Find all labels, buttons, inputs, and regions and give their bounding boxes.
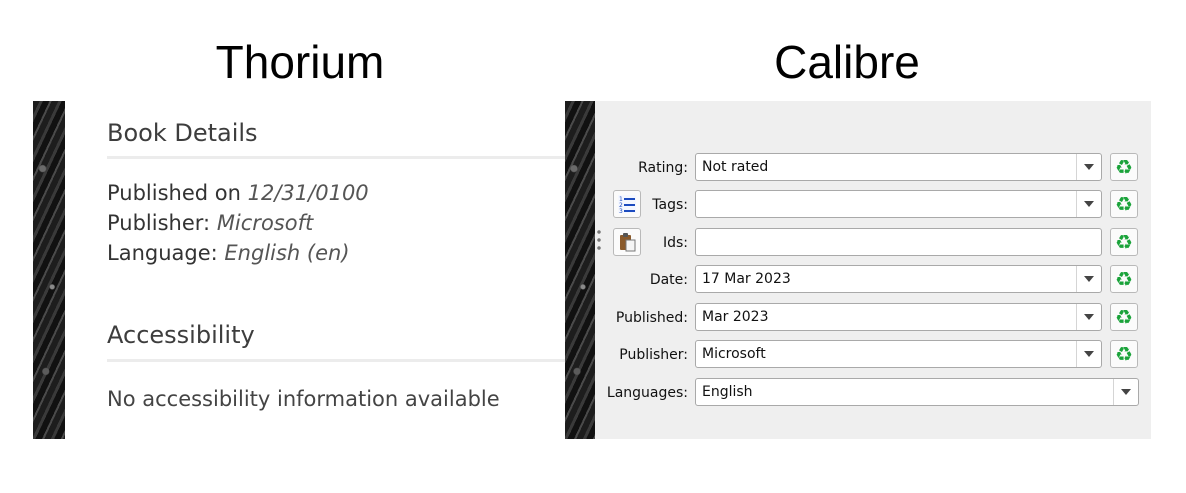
published-line: Published on 12/31/0100: [107, 181, 369, 205]
published-value: Mar 2023: [702, 309, 769, 325]
accessibility-text: No accessibility information available: [107, 387, 500, 411]
recycle-icon[interactable]: ♻: [1110, 153, 1138, 181]
calibre-metadata-panel: Rating: Not rated ♻ 1 2 3 Tags: ♻ Ids: ♻…: [595, 101, 1151, 439]
chevron-down-icon[interactable]: [1076, 341, 1101, 367]
language-label: Language:: [107, 241, 218, 265]
thorium-details-panel: Book Details Published on 12/31/0100 Pub…: [65, 101, 565, 439]
publisher-value: Microsoft: [702, 346, 766, 362]
book-cover-strip: [565, 101, 595, 439]
chevron-down-icon[interactable]: [1113, 379, 1138, 405]
publisher-combobox[interactable]: Microsoft: [695, 340, 1102, 368]
languages-combobox[interactable]: English: [695, 378, 1139, 406]
thorium-heading: Thorium: [215, 36, 385, 88]
rating-combobox[interactable]: Not rated: [695, 153, 1102, 181]
recycle-icon[interactable]: ♻: [1110, 265, 1138, 293]
languages-value: English: [702, 384, 753, 400]
section-divider: [107, 359, 565, 362]
book-details-title: Book Details: [107, 119, 258, 147]
chevron-down-icon[interactable]: [1076, 304, 1101, 330]
rating-row: Rating: Not rated ♻: [595, 153, 1151, 183]
recycle-icon[interactable]: ♻: [1110, 303, 1138, 331]
svg-text:3: 3: [619, 208, 623, 214]
published-picker[interactable]: Mar 2023: [695, 303, 1102, 331]
published-label: Published:: [615, 310, 688, 326]
ids-row: Ids: ♻: [595, 228, 1151, 258]
languages-row: Languages: English: [595, 378, 1151, 408]
language-value: English (en): [224, 241, 350, 265]
rating-label: Rating:: [638, 160, 688, 176]
publisher-label: Publisher:: [619, 347, 688, 363]
publisher-label: Publisher:: [107, 211, 211, 235]
published-value: 12/31/0100: [247, 181, 369, 205]
recycle-icon[interactable]: ♻: [1110, 228, 1138, 256]
tags-row: 1 2 3 Tags: ♻: [595, 190, 1151, 220]
language-line: Language: English (en): [107, 241, 350, 265]
numbered-list-icon: 1 2 3: [618, 195, 636, 214]
ids-input[interactable]: [695, 228, 1102, 256]
date-label: Date:: [649, 272, 688, 288]
recycle-icon[interactable]: ♻: [1110, 340, 1138, 368]
section-divider: [107, 156, 565, 159]
accessibility-title: Accessibility: [107, 321, 255, 349]
recycle-icon[interactable]: ♻: [1110, 190, 1138, 218]
chevron-down-icon[interactable]: [1076, 266, 1101, 292]
languages-label: Languages:: [606, 385, 688, 401]
tags-label: Tags:: [652, 197, 688, 213]
tags-combobox[interactable]: [695, 190, 1102, 218]
paste-ids-button[interactable]: [613, 228, 641, 256]
book-cover-strip: [33, 101, 65, 439]
published-label: Published on: [107, 181, 241, 205]
chevron-down-icon[interactable]: [1076, 191, 1101, 217]
date-value: 17 Mar 2023: [702, 271, 791, 287]
rating-value: Not rated: [702, 159, 769, 175]
date-picker[interactable]: 17 Mar 2023: [695, 265, 1102, 293]
chevron-down-icon[interactable]: [1076, 154, 1101, 180]
publisher-value: Microsoft: [216, 211, 314, 235]
clipboard-icon: [620, 233, 636, 252]
publisher-line: Publisher: Microsoft: [107, 211, 313, 235]
tag-editor-button[interactable]: 1 2 3: [613, 190, 641, 218]
date-row: Date: 17 Mar 2023 ♻: [595, 265, 1151, 295]
publisher-row: Publisher: Microsoft ♻: [595, 340, 1151, 370]
ids-label: Ids:: [662, 235, 688, 251]
calibre-heading: Calibre: [774, 36, 920, 88]
published-row: Published: Mar 2023 ♻: [595, 303, 1151, 333]
